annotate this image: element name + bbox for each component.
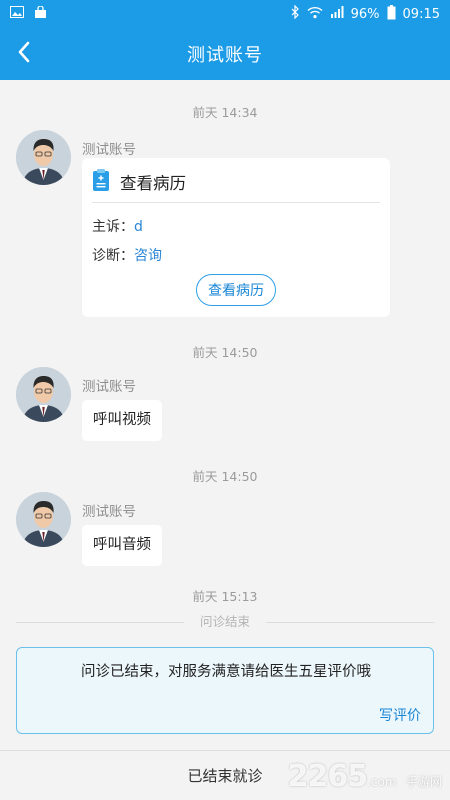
sender-name: 测试账号 (82, 142, 136, 158)
end-time: 前天 15:13 (192, 589, 258, 604)
gallery-icon (10, 6, 24, 22)
sender-name: 测试账号 (82, 379, 136, 395)
status-bar: 96% 09:15 (0, 0, 450, 28)
consultation-end-divider: 问诊结束 (16, 614, 434, 630)
sender-name: 测试账号 (82, 504, 136, 520)
diagnosis-row: 诊断：咨询 (92, 245, 162, 265)
view-record-button[interactable]: 查看病历 (196, 274, 276, 306)
message-bubble[interactable]: 呼叫音频 (82, 525, 162, 566)
battery-percent: 96% (350, 6, 380, 22)
app-header: 测试账号 (0, 28, 450, 80)
signal-icon (330, 6, 344, 22)
complaint-value: d (134, 219, 143, 235)
avatar[interactable] (16, 492, 71, 547)
clipboard-icon (92, 168, 110, 196)
chevron-left-icon (17, 41, 31, 67)
medical-record-card[interactable]: 查看病历 主诉：d 诊断：咨询 查看病历 (82, 158, 390, 317)
shopping-bag-icon (34, 4, 47, 23)
page-title: 测试账号 (187, 45, 263, 66)
divider (92, 202, 380, 203)
diagnosis-label: 诊断： (92, 248, 134, 264)
message-bubble[interactable]: 呼叫视频 (82, 400, 162, 441)
record-card-header: 查看病历 (92, 168, 186, 196)
message-time: 前天 14:50 (192, 469, 258, 484)
complaint-row: 主诉：d (92, 216, 143, 236)
back-button[interactable] (6, 36, 42, 72)
message-time: 前天 14:50 (192, 345, 258, 360)
message-time: 前天 14:34 (192, 105, 258, 120)
write-review-link[interactable]: 写评价 (379, 705, 421, 725)
divider-label: 问诊结束 (193, 614, 256, 629)
chat-area[interactable]: 前天 14:34 测试账号 查看病历 主诉：d 诊断：咨询 查看病历 前天 14… (0, 80, 450, 750)
status-time: 09:15 (402, 6, 440, 22)
wifi-icon (307, 6, 323, 23)
avatar[interactable] (16, 367, 71, 422)
review-notice: 问诊已结束，对服务满意请给医生五星评价哦 写评价 (16, 647, 434, 734)
battery-icon (387, 4, 396, 24)
record-card-title: 查看病历 (120, 174, 186, 193)
bluetooth-icon (291, 4, 300, 23)
complaint-label: 主诉： (92, 219, 134, 235)
notice-text: 问诊已结束，对服务满意请给医生五星评价哦 (81, 664, 371, 680)
diagnosis-value: 咨询 (134, 248, 162, 264)
watermark-logo: 2265.com 手游网 (287, 759, 442, 794)
consultation-ended-label: 已结束就诊 (187, 767, 263, 785)
avatar[interactable] (16, 130, 71, 185)
